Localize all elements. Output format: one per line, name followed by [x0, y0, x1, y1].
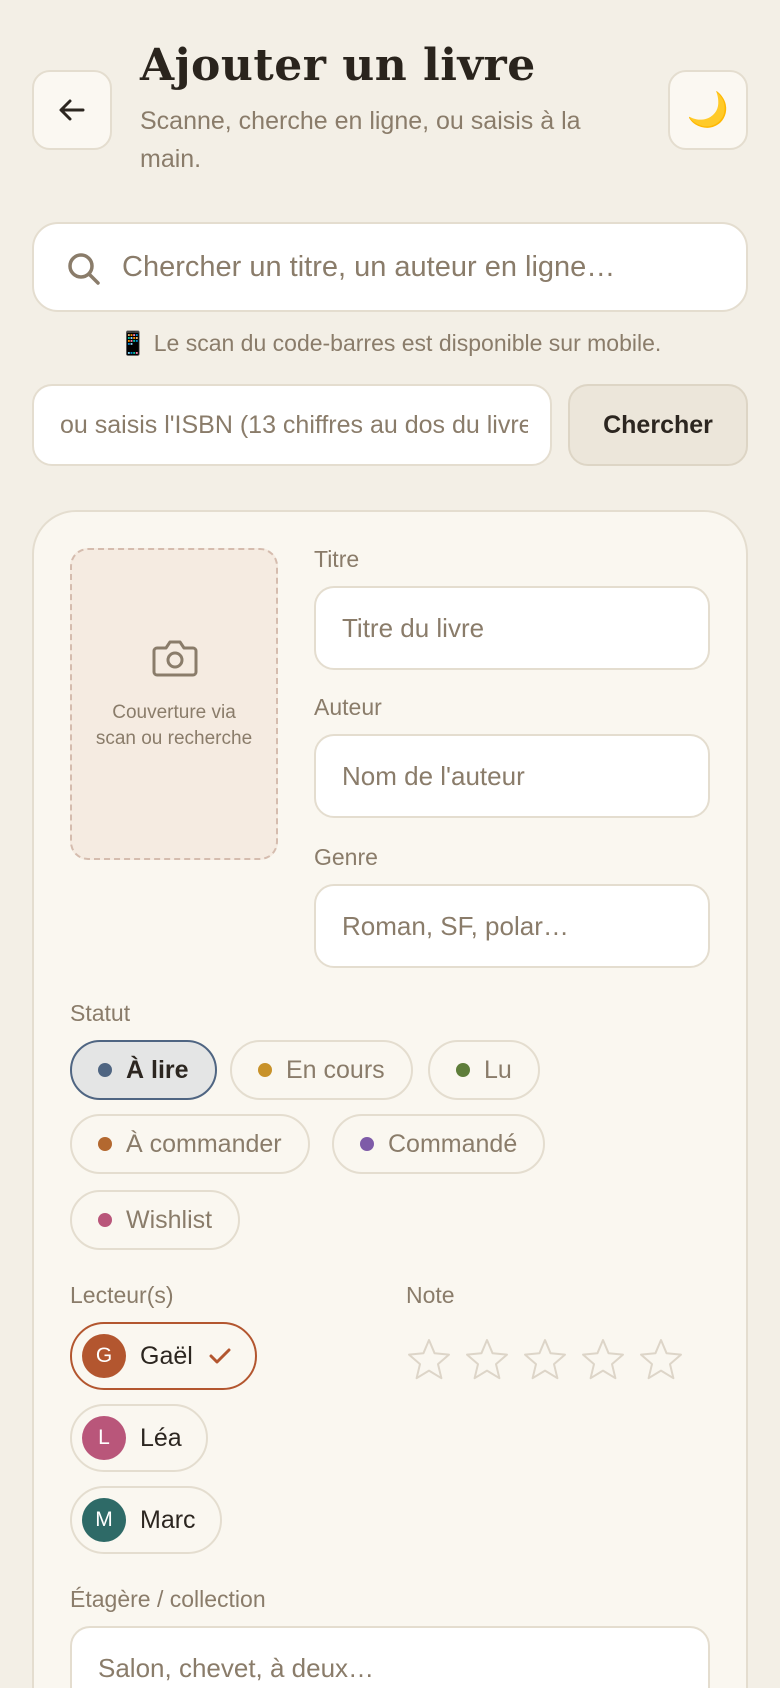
avatar: G [82, 1334, 126, 1378]
title-label: Titre [314, 546, 360, 572]
reader-name: Marc [140, 1505, 196, 1534]
shelf-input[interactable]: Salon, chevet, à deux… [70, 1626, 710, 1688]
status-chip-wishlist[interactable]: Wishlist [70, 1190, 241, 1250]
status-dot [258, 1063, 272, 1077]
reader-chip-gael[interactable]: G Gaël [70, 1322, 257, 1390]
avatar: M [82, 1498, 126, 1542]
isbn-search-button[interactable]: Chercher [568, 384, 748, 466]
theme-toggle-button[interactable]: 🌙 [668, 70, 748, 150]
reader-name: Léa [140, 1423, 182, 1452]
status-chip-label: Wishlist [126, 1205, 213, 1234]
star-icon[interactable] [580, 1336, 626, 1382]
cover-hint: Couverture via scan ou recherche [95, 702, 253, 749]
shelf-label: Étagère / collection [70, 1586, 266, 1612]
author-input[interactable]: Nom de l'auteur [314, 734, 710, 818]
status-chip-lu[interactable]: Lu [428, 1040, 540, 1100]
reader-chip-marc[interactable]: M Marc [70, 1486, 222, 1554]
isbn-placeholder: ou saisis l'ISBN (13 chiffres au dos du … [60, 411, 528, 439]
moon-icon: 🌙 [686, 91, 730, 129]
genre-placeholder: Roman, SF, polar… [342, 911, 569, 941]
isbn-input[interactable]: ou saisis l'ISBN (13 chiffres au dos du … [32, 384, 552, 466]
rating-label: Note [406, 1282, 455, 1308]
status-chip-label: À lire [126, 1055, 189, 1084]
arrow-left-icon [59, 99, 85, 121]
status-dot [98, 1213, 112, 1227]
status-dot [456, 1063, 470, 1077]
readers-label: Lecteur(s) [70, 1282, 174, 1308]
status-dot [98, 1063, 112, 1077]
status-chip-label: À commander [126, 1129, 282, 1158]
status-chip-label: Lu [484, 1055, 512, 1084]
status-chip-a-lire[interactable]: À lire [70, 1040, 217, 1100]
star-icon[interactable] [522, 1336, 568, 1382]
status-chip-label: En cours [286, 1055, 385, 1084]
avatar: L [82, 1416, 126, 1460]
camera-icon [152, 640, 198, 677]
star-icon[interactable] [406, 1336, 452, 1382]
title-input[interactable]: Titre du livre [314, 586, 710, 670]
genre-input[interactable]: Roman, SF, polar… [314, 884, 710, 968]
reader-name: Gaël [140, 1341, 193, 1370]
search-icon [68, 253, 100, 285]
online-search-input[interactable]: Chercher un titre, un auteur en ligne… [32, 222, 748, 312]
status-chip-a-commander[interactable]: À commander [70, 1114, 310, 1174]
reader-chip-lea[interactable]: L Léa [70, 1404, 208, 1472]
author-label: Auteur [314, 694, 382, 720]
cover-placeholder[interactable]: Couverture via scan ou recherche [70, 548, 278, 860]
author-placeholder: Nom de l'auteur [342, 761, 525, 791]
status-label: Statut [70, 1000, 131, 1026]
page-title: Ajouter un livre [140, 40, 536, 91]
status-chip-label: Commandé [388, 1129, 518, 1158]
star-icon[interactable] [638, 1336, 684, 1382]
shelf-placeholder: Salon, chevet, à deux… [98, 1653, 375, 1683]
barcode-scan-note: 📱 Le scan du code-barres est disponible … [118, 330, 662, 356]
search-placeholder: Chercher un titre, un auteur en ligne… [122, 251, 616, 283]
title-placeholder: Titre du livre [342, 613, 485, 643]
status-chip-en-cours[interactable]: En cours [230, 1040, 413, 1100]
page-subtitle: Scanne, cherche en ligne, ou saisis à la… [140, 107, 581, 173]
status-chip-commande[interactable]: Commandé [332, 1114, 546, 1174]
status-dot [360, 1137, 374, 1151]
star-rating [406, 1336, 696, 1382]
genre-label: Genre [314, 844, 378, 870]
star-icon[interactable] [464, 1336, 510, 1382]
back-button[interactable] [32, 70, 112, 150]
check-icon [209, 1348, 231, 1364]
status-dot [98, 1137, 112, 1151]
